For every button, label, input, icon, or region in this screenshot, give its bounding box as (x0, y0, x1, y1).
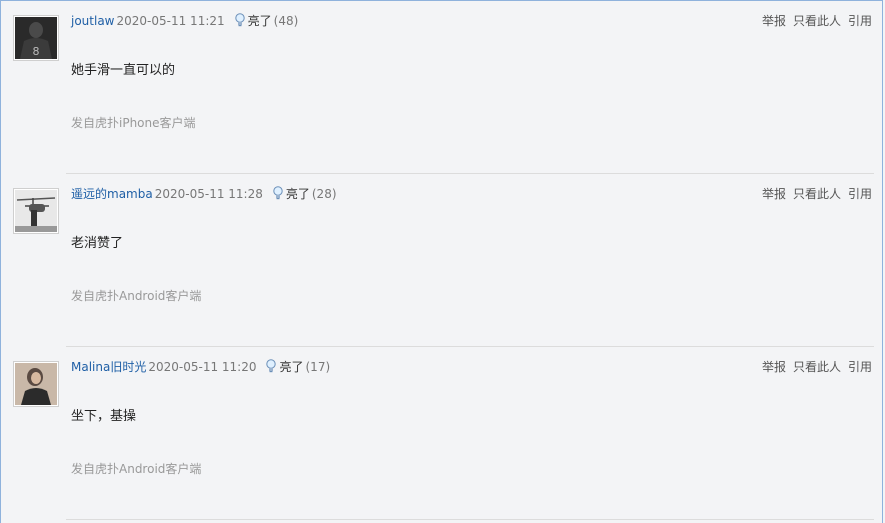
post-time: 2020-05-11 11:21 (116, 14, 225, 28)
avatar[interactable]: 8 (13, 15, 59, 61)
quote-link[interactable]: 引用 (848, 360, 872, 374)
quote-link[interactable]: 引用 (848, 14, 872, 28)
avatar-image (15, 363, 57, 405)
svg-text:8: 8 (33, 45, 40, 58)
post-meta: Malina旧时光 2020-05-11 11:20 亮了 (17) (71, 359, 330, 375)
post-actions: 举报 只看此人 引用 (755, 13, 872, 29)
username-link[interactable]: joutlaw (71, 14, 115, 28)
reply-post: 遥远的mamba 2020-05-11 11:28 亮了 (28) 举报 只看此人 引用 … (0, 173, 885, 347)
avatar[interactable] (13, 361, 59, 407)
reply-post: 8 joutlaw 2020-05-11 11:21 亮了 (48) 举报 只看此人 引用… (0, 0, 885, 174)
post-meta: 遥远的mamba 2020-05-11 11:28 亮了 (28) (71, 186, 337, 202)
only-this-user-link[interactable]: 只看此人 (793, 14, 841, 28)
avatar[interactable] (13, 188, 59, 234)
post-time: 2020-05-11 11:20 (148, 360, 257, 374)
lightbulb-icon[interactable] (234, 13, 246, 27)
report-link[interactable]: 举报 (762, 14, 786, 28)
avatar-image (15, 190, 57, 232)
post-meta: joutlaw 2020-05-11 11:21 亮了 (48) (71, 13, 298, 29)
post-source: 发自虎扑iPhone客户端 (71, 116, 196, 130)
only-this-user-link[interactable]: 只看此人 (793, 187, 841, 201)
post-content: 老消赞了 (71, 236, 124, 251)
username-link[interactable]: 遥远的mamba (71, 187, 153, 201)
light-button-label[interactable]: 亮了 (248, 14, 272, 28)
light-count: (28) (311, 187, 337, 201)
lightbulb-icon[interactable] (272, 186, 284, 200)
post-content: 她手滑一直可以的 (71, 63, 176, 78)
reply-post: Malina旧时光 2020-05-11 11:20 亮了 (17) 举报 只看此人 引用… (0, 346, 885, 520)
light-count: (48) (273, 14, 299, 28)
post-actions: 举报 只看此人 引用 (755, 186, 872, 202)
post-source: 发自虎扑Android客户端 (71, 462, 202, 476)
avatar-image: 8 (15, 17, 57, 59)
light-count: (17) (305, 360, 331, 374)
post-time: 2020-05-11 11:28 (154, 187, 263, 201)
username-link[interactable]: Malina旧时光 (71, 360, 146, 374)
report-link[interactable]: 举报 (762, 360, 786, 374)
post-actions: 举报 只看此人 引用 (755, 359, 872, 375)
light-button-label[interactable]: 亮了 (279, 360, 303, 374)
post-source: 发自虎扑Android客户端 (71, 289, 202, 303)
report-link[interactable]: 举报 (762, 187, 786, 201)
lightbulb-icon[interactable] (265, 359, 277, 373)
only-this-user-link[interactable]: 只看此人 (793, 360, 841, 374)
quote-link[interactable]: 引用 (848, 187, 872, 201)
post-content: 坐下，基操 (71, 409, 137, 424)
light-button-label[interactable]: 亮了 (286, 187, 310, 201)
divider (66, 519, 874, 520)
